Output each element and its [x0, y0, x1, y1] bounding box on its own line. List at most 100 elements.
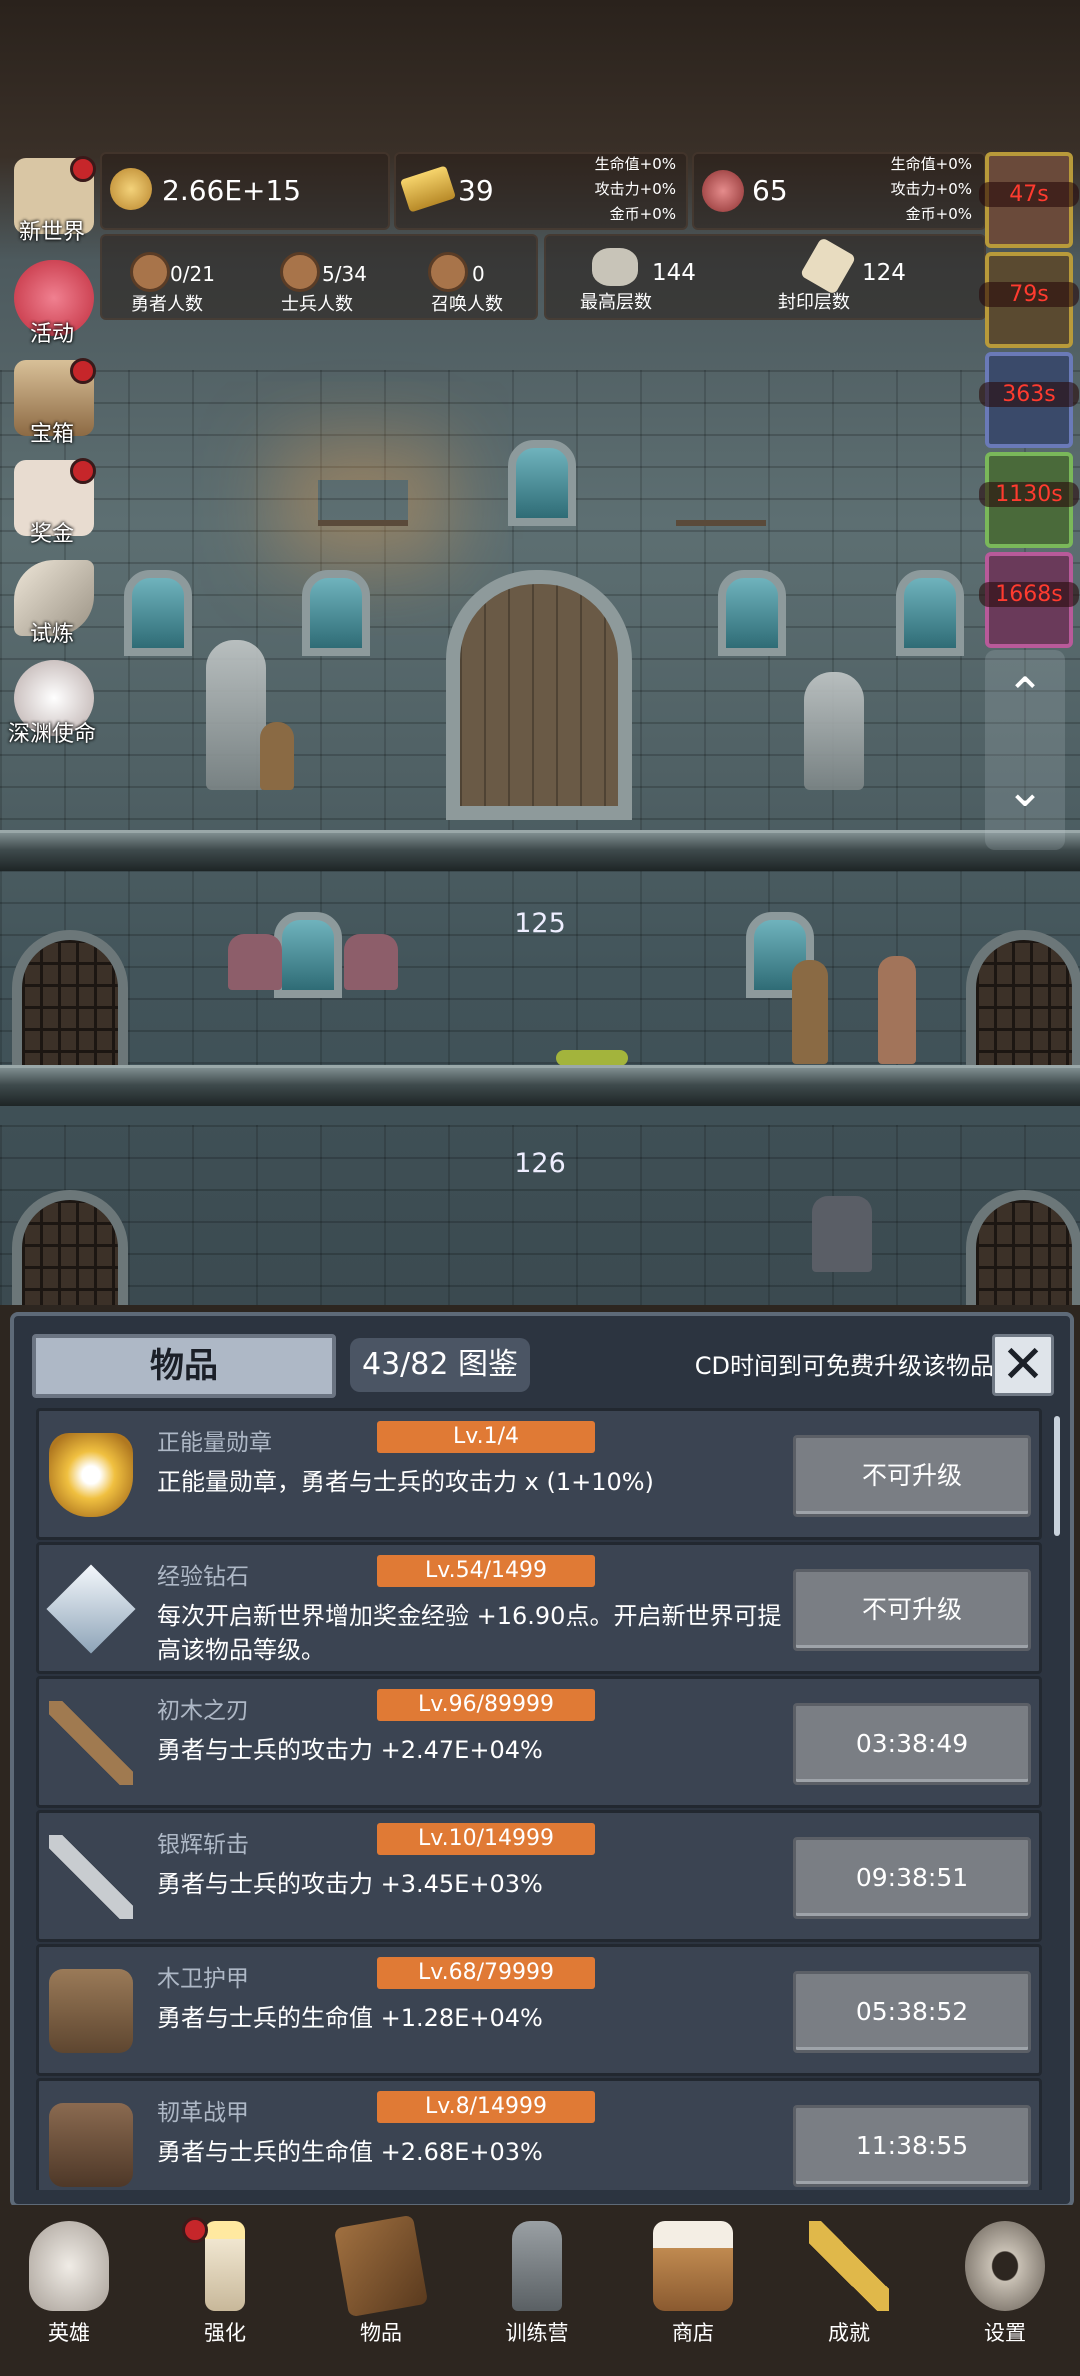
menu-chest[interactable]: 宝箱 — [4, 356, 100, 452]
item-level: Lv.96/89999 — [377, 1689, 595, 1721]
timer-item-1[interactable]: 47s — [979, 152, 1079, 248]
key-icon — [809, 2221, 889, 2311]
panel-hint: CD时间到可免费升级该物品 — [694, 1352, 994, 1380]
hero-count: 0/21 — [170, 262, 215, 286]
timer-item-3[interactable]: 363s — [979, 352, 1079, 448]
gold-box: 2.66E+15 — [100, 152, 390, 230]
bat-monster — [344, 934, 398, 990]
item-level: Lv.8/14999 — [377, 2091, 595, 2123]
meat-icon — [702, 170, 744, 212]
notification-dot — [70, 156, 96, 182]
item-name: 韧革战甲 — [157, 2100, 249, 2126]
menu-abyss-mission[interactable]: 深渊使命 — [4, 656, 100, 752]
nav-label: 成就 — [828, 2321, 870, 2345]
soldier-count: 5/34 — [322, 262, 367, 286]
timer-item-4[interactable]: 1130s — [979, 452, 1079, 548]
item-row: 经验钻石 Lv.54/1499 每次开启新世界增加奖金经验 +16.90点。开启… — [36, 1542, 1042, 1674]
meat-bonus: 生命值+0% 攻击力+0% 金币+0% — [852, 152, 972, 227]
scroll-arrows: ⌃ ⌄ — [985, 650, 1065, 850]
knight-statue — [206, 640, 266, 790]
timer-item-2[interactable]: 79s — [979, 252, 1079, 348]
item-row: 正能量勋章 Lv.1/4 正能量勋章，勇者与士兵的攻击力 x (1+10%) 不… — [36, 1408, 1042, 1540]
bonus-attack: 攻击力+0% — [594, 180, 676, 198]
collection-button[interactable]: 43/82 图鉴 — [350, 1338, 530, 1392]
timer-text: 79s — [979, 282, 1079, 307]
ghost-monster — [812, 1196, 872, 1272]
window — [718, 570, 786, 656]
soldier-count-label: 士兵人数 — [281, 294, 353, 315]
gold-bar-box: 39 生命值+0% 攻击力+0% 金币+0% — [394, 152, 688, 230]
nav-enhance[interactable]: 强化 — [160, 2215, 290, 2365]
upgrade-button[interactable]: 09:38:51 — [793, 1837, 1031, 1919]
item-name: 银辉斩击 — [157, 1832, 249, 1858]
upgrade-button[interactable]: 11:38:55 — [793, 2105, 1031, 2187]
soldier-character — [878, 956, 916, 1064]
item-name: 木卫护甲 — [157, 1966, 249, 1992]
item-row: 初木之刃 Lv.96/89999 勇者与士兵的攻击力 +2.47E+04% 03… — [36, 1676, 1042, 1808]
gear-icon — [965, 2221, 1045, 2311]
gold-bar-icon — [399, 165, 457, 213]
menu-label: 深渊使命 — [7, 722, 96, 747]
upgrade-button[interactable]: 不可升级 — [793, 1435, 1031, 1517]
knight-statue — [804, 672, 864, 790]
upgrade-button[interactable]: 03:38:49 — [793, 1703, 1031, 1785]
item-row: 韧革战甲 Lv.8/14999 勇者与士兵的生命值 +2.68E+03% 11:… — [36, 2078, 1042, 2190]
timer-text: 47s — [979, 182, 1079, 207]
chevron-up-icon[interactable]: ⌃ — [1005, 671, 1045, 717]
summon-count-label: 召唤人数 — [431, 294, 503, 315]
hero-character — [260, 722, 294, 790]
meat-box: 65 生命值+0% 攻击力+0% 金币+0% — [692, 152, 986, 230]
slime-monster — [556, 1050, 628, 1066]
nav-heroes[interactable]: 英雄 — [4, 2215, 134, 2365]
nav-shop[interactable]: 商店 — [628, 2215, 758, 2365]
summon-avatar — [428, 252, 468, 292]
main-door — [446, 570, 632, 820]
upgrade-button[interactable]: 不可升级 — [793, 1569, 1031, 1651]
close-button[interactable]: ✕ — [992, 1334, 1054, 1396]
gold-bar-value: 39 — [458, 174, 494, 207]
menu-bonus[interactable]: 奖金 — [4, 456, 100, 552]
item-name: 经验钻石 — [157, 1564, 249, 1590]
bonus-hp: 生命值+0% — [594, 155, 676, 173]
mug-icon — [653, 2221, 733, 2311]
sealed-floor-value: 124 — [862, 260, 906, 286]
hero-avatar — [130, 252, 170, 292]
nav-items[interactable]: 物品 — [316, 2214, 446, 2365]
gold-bar-bonus: 生命值+0% 攻击力+0% 金币+0% — [556, 152, 676, 227]
nav-label: 英雄 — [48, 2321, 90, 2345]
floor-number: 126 — [514, 1148, 566, 1179]
item-row: 银辉斩击 Lv.10/14999 勇者与士兵的攻击力 +3.45E+03% 09… — [36, 1810, 1042, 1942]
menu-new-world[interactable]: 新世界 — [4, 154, 100, 250]
timer-item-5[interactable]: 1668s — [979, 552, 1079, 648]
crown-icon — [49, 1433, 133, 1517]
item-level: Lv.54/1499 — [377, 1555, 595, 1587]
nav-label: 商店 — [672, 2321, 714, 2345]
diamond-icon — [46, 1564, 136, 1654]
nav-label: 强化 — [204, 2321, 246, 2345]
notification-dot — [70, 458, 96, 484]
nav-achievements[interactable]: 成就 — [784, 2215, 914, 2365]
menu-label: 新世界 — [18, 220, 85, 245]
notification-dot — [182, 2217, 208, 2243]
window — [896, 570, 964, 656]
scrollbar[interactable] — [1054, 1416, 1060, 1536]
nav-training-camp[interactable]: 训练营 — [472, 2215, 602, 2365]
item-description: 勇者与士兵的攻击力 +2.47E+04% — [157, 1736, 543, 1764]
item-description: 勇者与士兵的生命值 +1.28E+04% — [157, 2004, 543, 2032]
window — [274, 912, 342, 998]
nav-label: 训练营 — [505, 2321, 569, 2345]
item-row: 木卫护甲 Lv.68/79999 勇者与士兵的生命值 +1.28E+04% 05… — [36, 1944, 1042, 2076]
bonus-hp: 生命值+0% — [890, 155, 972, 173]
nav-label: 物品 — [360, 2321, 402, 2345]
upgrade-button[interactable]: 05:38:52 — [793, 1971, 1031, 2053]
population-box: 0/21 勇者人数 5/34 士兵人数 0 召唤人数 — [100, 234, 538, 320]
bonus-attack: 攻击力+0% — [890, 180, 972, 198]
portcullis-gate — [12, 930, 128, 1080]
menu-trial[interactable]: 试炼 — [4, 556, 100, 652]
timer-text: 1668s — [979, 582, 1079, 607]
nav-settings[interactable]: 设置 — [940, 2215, 1070, 2365]
item-name: 初木之刃 — [157, 1698, 249, 1724]
chevron-down-icon[interactable]: ⌄ — [1005, 767, 1045, 813]
menu-event[interactable]: 活动 — [4, 256, 100, 352]
sealed-floor-label: 封印层数 — [778, 292, 850, 313]
